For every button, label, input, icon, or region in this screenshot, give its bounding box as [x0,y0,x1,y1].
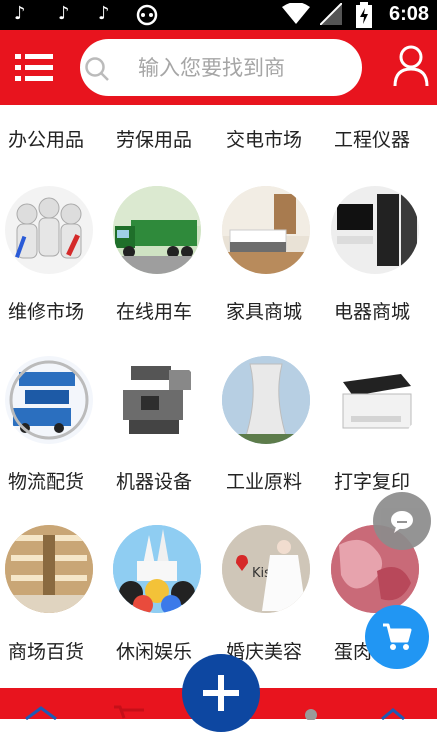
battery-icon [356,2,372,28]
category-label[interactable]: 物流配货 [8,467,84,494]
category-image-industrial[interactable] [222,356,310,444]
status-time: 6:08 [388,3,429,25]
home-icon[interactable] [24,706,58,720]
signal-icon [320,3,342,25]
tiktok-icon: ♪ [98,3,110,24]
category-label[interactable]: 办公用品 [8,125,84,152]
category-label[interactable]: 维修市场 [8,297,84,324]
category-label[interactable]: 劳保用品 [116,125,192,152]
tiktok-icon: ♪ [58,3,70,24]
category-label[interactable]: 休闲娱乐 [116,637,192,664]
category-label[interactable]: 电器商城 [334,297,410,324]
cart-nav-icon[interactable] [112,704,146,720]
category-label[interactable]: 工业原料 [226,467,302,494]
profile-nav-icon[interactable] [300,706,322,720]
category-image-furniture[interactable] [222,186,310,274]
tiktok-icon: ♪ [14,3,26,24]
category-label[interactable]: 机器设备 [116,467,192,494]
category-label[interactable]: 家具商城 [226,297,302,324]
category-label[interactable]: 交电市场 [226,125,302,152]
category-image-repair[interactable] [5,186,93,274]
user-icon[interactable] [393,45,429,87]
chat-bubble-icon [391,511,413,533]
category-image-truck[interactable] [113,186,201,274]
wifi-icon [282,3,310,24]
category-image-logistics[interactable] [5,356,93,444]
category-label[interactable]: 打字复印 [334,467,410,494]
category-image-mall[interactable] [5,525,93,613]
cart-button[interactable] [365,605,429,669]
more-nav-icon[interactable] [380,708,406,720]
plus-icon [203,675,239,711]
category-image-machine[interactable] [113,356,201,444]
search-box[interactable] [80,39,362,96]
category-image-appliance[interactable] [331,186,419,274]
status-bar: ♪ ♪ ♪ 6:08 [0,0,437,30]
search-icon [85,57,109,81]
category-label[interactable]: 在线用车 [116,297,192,324]
cart-icon [383,623,412,650]
search-input[interactable] [138,39,348,96]
top-header [0,30,437,105]
list-icon[interactable] [15,52,53,84]
category-image-printer[interactable] [331,356,419,444]
category-image-entertainment[interactable] [113,525,201,613]
category-label[interactable]: 商场百货 [8,637,84,664]
add-button[interactable] [182,654,260,732]
category-label[interactable]: 工程仪器 [334,125,410,152]
category-image-wedding[interactable]: Kiss Me [222,525,310,613]
chat-button[interactable] [373,492,431,550]
headset-icon [136,4,158,26]
